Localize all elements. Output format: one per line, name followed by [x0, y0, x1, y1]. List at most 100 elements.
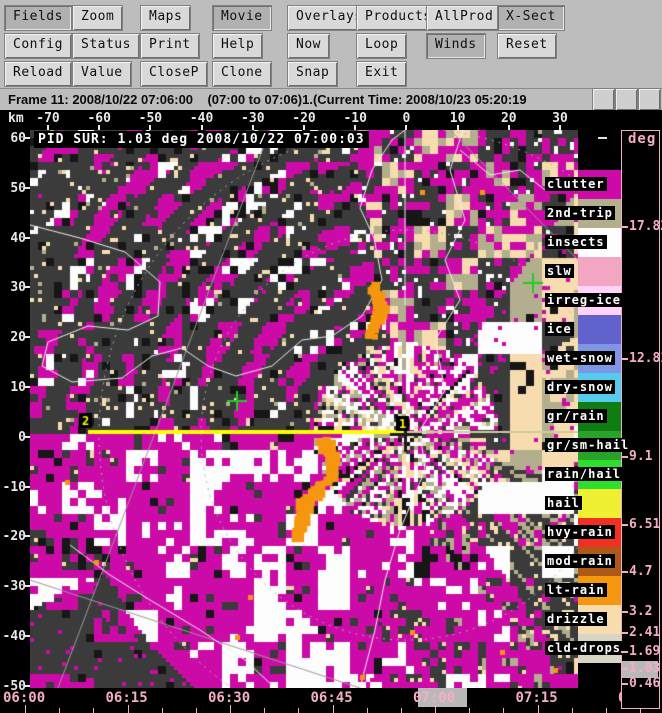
elevation-tick-icon: [621, 456, 628, 458]
legend-label-2nd-trip: 2nd-trip: [545, 206, 615, 220]
toolbar-button-movie[interactable]: Movie: [212, 5, 272, 31]
elevation-value-12.81[interactable]: 12.81: [629, 351, 662, 366]
mini-button-1[interactable]: [592, 88, 615, 111]
x-axis-label: -20: [286, 111, 322, 126]
x-axis-tick-icon: [303, 125, 305, 130]
legend-label-clutter: clutter: [545, 177, 607, 191]
time-tick-icon: [469, 708, 470, 713]
legend-label-mod-rain: mod-rain: [545, 554, 615, 568]
elevation-value-3.2[interactable]: 3.2: [629, 604, 652, 619]
mini-button-2[interactable]: [615, 88, 638, 111]
toolbar-button-loop[interactable]: Loop: [356, 33, 407, 59]
legend-label-slw: slw: [545, 264, 574, 278]
elevation-value-1.03[interactable]: 1.03: [629, 661, 660, 676]
y-axis-tick-icon: [25, 187, 30, 189]
toolbar-button-closep[interactable]: CloseP: [140, 61, 208, 87]
elevation-value-6.51[interactable]: 6.51: [629, 517, 660, 532]
elevation-tick-icon: [621, 651, 628, 653]
toolbar-button-fields[interactable]: Fields: [4, 5, 72, 31]
toolbar-button-allprod[interactable]: AllProd: [426, 5, 502, 31]
radar-display[interactable]: [30, 130, 578, 688]
elevation-tick-icon: [621, 683, 628, 685]
x-axis-tick-icon: [354, 125, 356, 130]
frame-status-bar: Frame 11: 2008/10/22 07:06:00 (07:00 to …: [0, 88, 662, 111]
time-label-06-45: 06:45: [311, 690, 353, 706]
x-axis-tick-icon: [252, 125, 254, 130]
y-axis-label: 10: [0, 380, 26, 395]
time-tick-icon: [196, 708, 197, 713]
legend-label-gr-sm-hail: gr/sm-hail: [545, 438, 631, 452]
y-axis-tick-icon: [25, 585, 30, 587]
elevation-tick-icon: [621, 668, 628, 670]
time-tick-icon: [401, 708, 402, 713]
legend-label-irreg-ice: irreg-ice: [545, 293, 623, 307]
y-axis-tick-icon: [25, 486, 30, 488]
toolbar-button-x-sect[interactable]: X-Sect: [497, 5, 565, 31]
x-axis-tick-icon: [508, 125, 510, 130]
toolbar-button-value[interactable]: Value: [72, 61, 132, 87]
y-axis-tick-icon: [25, 386, 30, 388]
x-axis-label: -70: [30, 111, 66, 126]
y-axis-label: -50: [0, 679, 26, 694]
km-axis-unit: km: [8, 111, 24, 126]
toolbar-button-snap[interactable]: Snap: [287, 61, 338, 87]
legend-color-ice: [578, 315, 621, 344]
y-axis-tick-icon: [25, 635, 30, 637]
time-tick-icon: [333, 705, 334, 713]
legend-color-hail: [578, 489, 621, 518]
toolbar-button-help[interactable]: Help: [212, 33, 263, 59]
time-axis[interactable]: 06:0006:1506:3006:4507:0007:1507:30: [0, 688, 662, 713]
y-axis-tick-icon: [25, 336, 30, 338]
toolbar-button-now[interactable]: Now: [287, 33, 330, 59]
elevation-value-9.1[interactable]: 9.1: [629, 449, 652, 464]
elevation-value-0.46[interactable]: 0.46: [629, 676, 660, 691]
elevation-scale[interactable]: [621, 130, 660, 709]
elevation-value-1.69[interactable]: 1.69: [629, 644, 660, 659]
mini-button-3[interactable]: [638, 88, 661, 111]
legend-label-hail: hail: [545, 496, 582, 510]
time-tick-icon: [298, 708, 299, 713]
toolbar-button-reset[interactable]: Reset: [497, 33, 557, 59]
toolbar-button-config[interactable]: Config: [4, 33, 72, 59]
elevation-value-4.7[interactable]: 4.7: [629, 564, 652, 579]
elevation-value-17.82[interactable]: 17.82: [629, 219, 662, 234]
y-axis-tick-icon: [25, 535, 30, 537]
toolbar-button-reload[interactable]: Reload: [4, 61, 72, 87]
toolbar-button-winds[interactable]: Winds: [426, 33, 486, 59]
elevation-tick-icon: [621, 571, 628, 573]
time-label-07-00: 07:00: [413, 690, 455, 706]
toolbar-button-clone[interactable]: Clone: [212, 61, 272, 87]
x-axis-tick-icon: [98, 125, 100, 130]
legend-label-gr-rain: gr/rain: [545, 409, 607, 423]
toolbar-button-print[interactable]: Print: [140, 33, 200, 59]
elevation-tick-icon: [621, 358, 628, 360]
elevation-tick-icon: [621, 611, 628, 613]
legend-label-insects: insects: [545, 235, 607, 249]
x-axis-label: -40: [184, 111, 220, 126]
y-axis-label: -30: [0, 579, 26, 594]
y-axis-label: 30: [0, 280, 26, 295]
time-tick-icon: [572, 708, 573, 713]
time-label-06-15: 06:15: [106, 690, 148, 706]
elevation-value-2.41[interactable]: 2.41: [629, 625, 660, 640]
time-tick-icon: [367, 708, 368, 713]
time-tick-icon: [128, 705, 129, 713]
toolbar-button-exit[interactable]: Exit: [356, 61, 407, 87]
toolbar-button-zoom[interactable]: Zoom: [72, 5, 123, 31]
frame-info-text: Frame 11: 2008/10/22 07:06:00 (07:00 to …: [8, 92, 527, 107]
y-axis-tick-icon: [25, 436, 30, 438]
x-axis-label: -50: [132, 111, 168, 126]
y-axis-tick-icon: [25, 137, 30, 139]
toolbar-button-status[interactable]: Status: [72, 33, 140, 59]
time-tick-icon: [230, 705, 231, 713]
x-axis-label: 20: [491, 111, 527, 126]
x-axis-label: -60: [81, 111, 117, 126]
x-axis-tick-icon: [559, 125, 561, 130]
time-tick-icon: [25, 705, 26, 713]
toolbar-button-maps[interactable]: Maps: [140, 5, 191, 31]
elevation-tick-icon: [621, 632, 628, 634]
x-axis-label: -10: [337, 111, 373, 126]
y-axis-label: -10: [0, 480, 26, 495]
time-tick-icon: [162, 708, 163, 713]
x-axis-tick-icon: [457, 125, 459, 130]
